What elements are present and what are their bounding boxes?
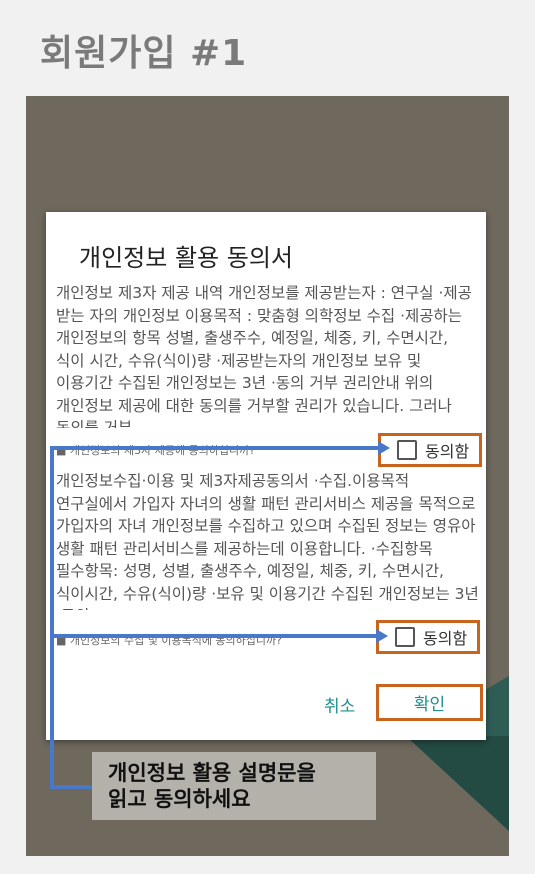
agree-third-party-option[interactable]: 동의함: [378, 433, 482, 467]
callout-line-2: 읽고 동의하세요: [108, 787, 251, 811]
consent-question-collection: ■ 개인정보의 수집 및 이용목적에 동의하십니까?: [56, 634, 282, 647]
dialog-title: 개인정보 활용 동의서: [79, 244, 293, 272]
consent-dialog: 개인정보 활용 동의서 개인정보 제3자 제공 내역 개인정보를 제공받는자 :…: [46, 212, 486, 740]
agree-collection-option[interactable]: 동의함: [376, 620, 480, 654]
consent-text-collection[interactable]: 개인정보수집·이용 및 제3자제공동의서 ·수집.이용목적 연구실에서 가입자 …: [56, 470, 480, 610]
consent-question-third-party: ■ 개인정보의 제3자 제공에 동의하십니까?: [56, 444, 256, 457]
callout-text: 개인정보 활용 설명문을 읽고 동의하세요: [108, 760, 316, 812]
cancel-button[interactable]: 취소: [324, 692, 355, 717]
agree-third-party-checkbox[interactable]: [397, 440, 417, 460]
agree-collection-label: 동의함: [423, 629, 468, 648]
consent-text-third-party[interactable]: 개인정보 제3자 제공 내역 개인정보를 제공받는자 : 연구실 ·제공 받는 …: [56, 282, 480, 428]
page-title: 회원가입 #1: [40, 33, 248, 74]
agree-third-party-label: 동의함: [425, 442, 470, 461]
annotation-callout: 개인정보 활용 설명문을 읽고 동의하세요: [92, 752, 376, 820]
callout-line-1: 개인정보 활용 설명문을: [108, 761, 316, 785]
confirm-button[interactable]: 확인: [376, 684, 483, 721]
agree-collection-checkbox[interactable]: [395, 627, 415, 647]
